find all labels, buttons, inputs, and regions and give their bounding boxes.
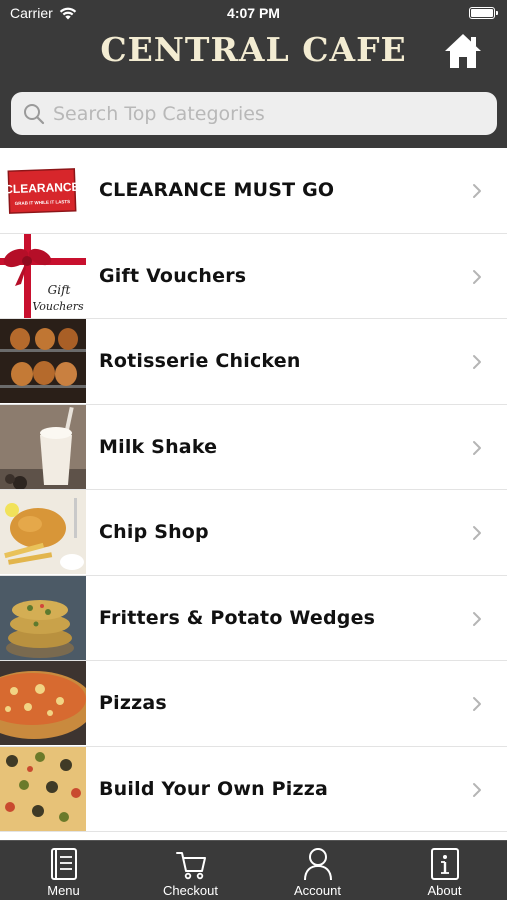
chevron-right-icon — [473, 611, 481, 626]
category-label: Milk Shake — [99, 435, 218, 458]
tab-about-label: About — [427, 883, 462, 898]
category-row-chip-shop[interactable]: Chip Shop — [0, 490, 507, 576]
search-bar[interactable] — [11, 92, 497, 135]
category-label: Chip Shop — [99, 521, 209, 543]
chevron-right-icon — [473, 355, 481, 369]
status-bar: Carrier 4:07 PM — [0, 0, 507, 28]
category-row-build-your-own-pizza[interactable]: Build Your Own Pizza — [0, 746, 507, 832]
tab-about[interactable]: About — [381, 841, 507, 900]
search-input[interactable] — [53, 102, 473, 125]
fritters-thumbnail — [0, 575, 86, 660]
tab-account-label: Account — [294, 883, 341, 898]
chevron-right-icon — [473, 269, 481, 284]
category-label: Pizzas — [99, 692, 167, 714]
chevron-right-icon — [473, 526, 481, 540]
clearance-thumb-text: CLEARANCE — [4, 180, 80, 197]
category-list: CLEARANCE GRAB IT WHILE IT LASTS CLEARAN… — [0, 148, 507, 840]
gift-thumb-text: Gift — [48, 283, 71, 297]
category-row-milk-shake[interactable]: Milk Shake — [0, 404, 507, 490]
pizzas-thumbnail — [0, 661, 86, 745]
milk-shake-thumbnail — [0, 404, 86, 489]
category-label: Fritters & Potato Wedges — [99, 606, 376, 629]
category-label: Rotisserie Chicken — [99, 350, 301, 372]
search-icon — [24, 103, 45, 124]
tab-account[interactable]: Account — [254, 841, 381, 900]
chevron-right-icon — [473, 440, 481, 455]
build-pizza-thumbnail — [0, 746, 86, 831]
tab-checkout-label: Checkout — [163, 883, 218, 898]
category-row-fritters[interactable]: Fritters & Potato Wedges — [0, 575, 507, 661]
home-icon[interactable] — [443, 32, 483, 70]
rotisserie-chicken-thumbnail — [0, 319, 86, 403]
gift-thumb-subtext: Vouchers — [32, 300, 84, 313]
chevron-right-icon — [473, 782, 481, 797]
info-icon — [430, 848, 459, 880]
menu-book-icon — [50, 848, 77, 880]
gift-vouchers-thumbnail: Gift Vouchers — [0, 233, 86, 318]
category-label: CLEARANCE MUST GO — [99, 179, 335, 201]
tab-bar: Menu Checkout Account About — [0, 840, 507, 900]
chip-shop-thumbnail — [0, 490, 86, 574]
status-time: 4:07 PM — [227, 5, 280, 21]
clearance-thumbnail: CLEARANCE GRAB IT WHILE IT LASTS — [0, 148, 86, 232]
tab-checkout[interactable]: Checkout — [127, 841, 254, 900]
category-row-pizzas[interactable]: Pizzas — [0, 661, 507, 747]
category-row-gift-vouchers[interactable]: Gift Vouchers Gift Vouchers — [0, 233, 507, 319]
account-icon — [303, 848, 332, 881]
category-label: Gift Vouchers — [99, 264, 247, 287]
chevron-right-icon — [473, 697, 481, 711]
category-row-clearance[interactable]: CLEARANCE GRAB IT WHILE IT LASTS CLEARAN… — [0, 148, 507, 234]
chevron-right-icon — [473, 184, 481, 198]
category-label: Build Your Own Pizza — [99, 777, 329, 800]
tab-menu-label: Menu — [47, 883, 80, 898]
tab-menu[interactable]: Menu — [0, 841, 127, 900]
cart-icon — [175, 852, 206, 880]
category-row-rotisserie-chicken[interactable]: Rotisserie Chicken — [0, 319, 507, 405]
battery-icon — [469, 7, 498, 19]
app-title: CENTRAL CAFE — [100, 30, 407, 69]
header-bar: Carrier 4:07 PM CENTRAL CAFE — [0, 0, 507, 148]
